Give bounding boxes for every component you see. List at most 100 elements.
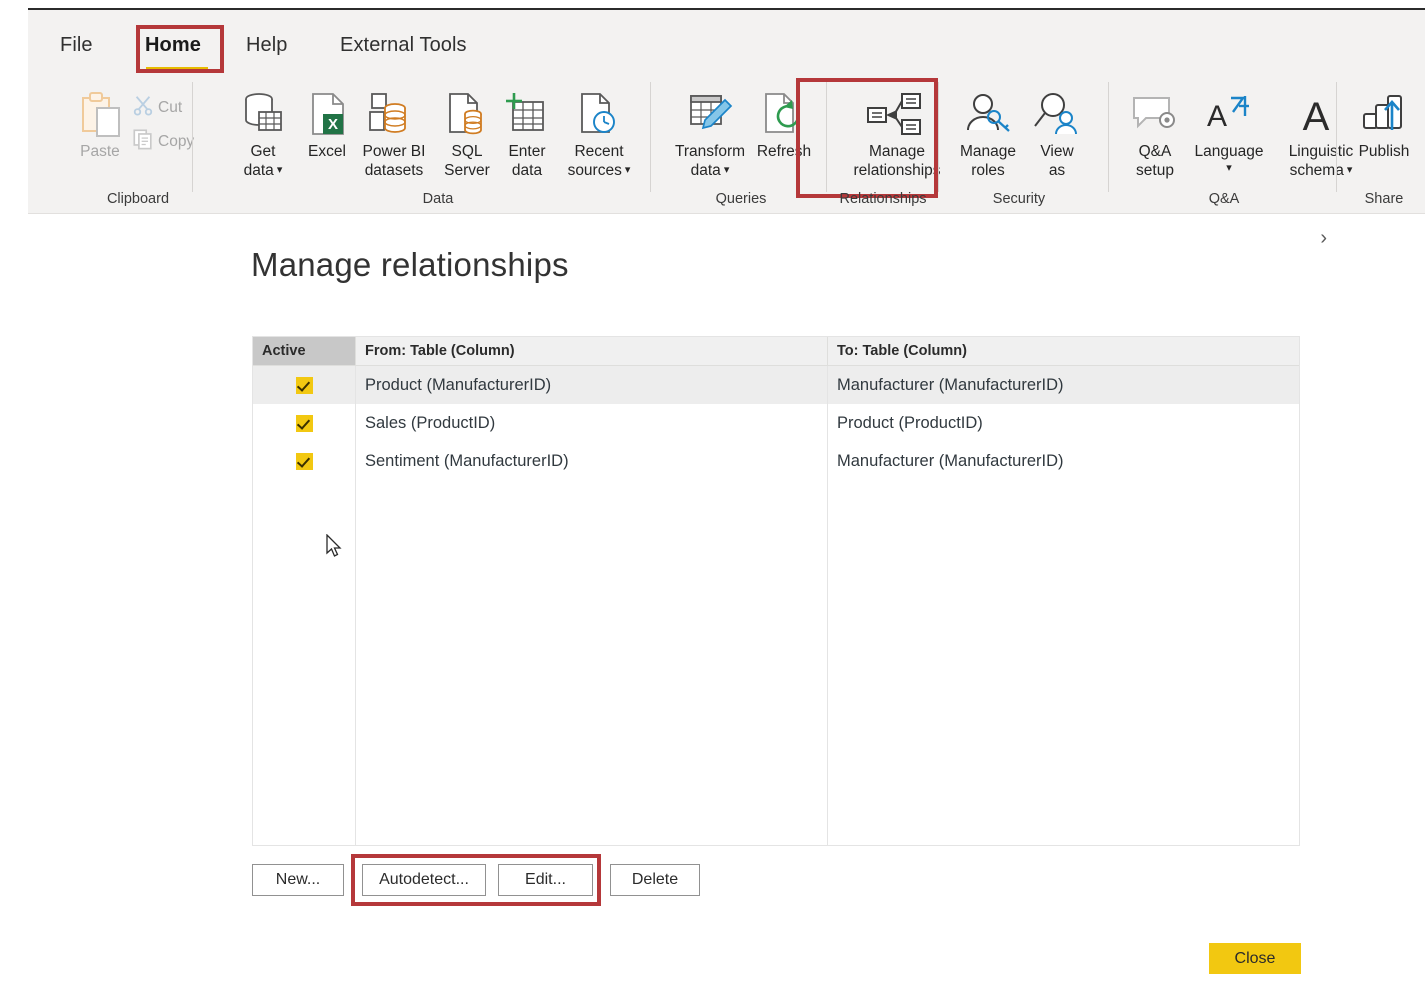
group-divider-data bbox=[650, 82, 651, 192]
group-label-data: Data bbox=[422, 191, 454, 207]
powerbi-datasets-label-1: Power BI bbox=[362, 143, 426, 160]
svg-text:A: A bbox=[1207, 100, 1227, 133]
qna-setup-icon bbox=[1118, 88, 1192, 142]
sql-server-label-1: SQL bbox=[451, 143, 483, 160]
paste-label: Paste bbox=[80, 143, 120, 160]
chevron-down-icon: ▾ bbox=[621, 164, 631, 176]
column-header-from[interactable]: From: Table (Column) bbox=[355, 337, 827, 365]
language-button[interactable]: A Language ▾ bbox=[1185, 88, 1273, 180]
ribbon-tab-strip: File Home Help External Tools bbox=[28, 10, 1425, 76]
to-cell: Manufacturer (ManufacturerID) bbox=[837, 451, 1064, 470]
enter-data-icon bbox=[496, 88, 558, 142]
paste-button[interactable]: Paste bbox=[64, 88, 136, 161]
transform-data-button[interactable]: Transform data ▾ bbox=[660, 88, 760, 182]
powerbi-datasets-label-2: datasets bbox=[364, 162, 424, 179]
chevron-down-icon: ▾ bbox=[273, 164, 283, 176]
new-button[interactable]: New... bbox=[252, 864, 344, 896]
table-row[interactable]: Sales (ProductID) Product (ProductID) bbox=[253, 404, 1299, 442]
from-cell: Sales (ProductID) bbox=[365, 413, 496, 432]
table-row[interactable]: Product (ManufacturerID) Manufacturer (M… bbox=[253, 366, 1299, 404]
get-data-label-1: Get bbox=[250, 143, 276, 160]
cut-button[interactable]: Cut bbox=[132, 94, 228, 121]
active-checkbox[interactable] bbox=[295, 414, 313, 432]
active-cell[interactable] bbox=[253, 366, 355, 404]
view-as-button[interactable]: View as bbox=[1024, 88, 1090, 180]
tab-file[interactable]: File bbox=[60, 34, 93, 57]
active-cell[interactable] bbox=[253, 442, 355, 480]
active-checkbox[interactable] bbox=[295, 376, 313, 394]
delete-button[interactable]: Delete bbox=[610, 864, 700, 896]
tab-external-tools[interactable]: External Tools bbox=[340, 34, 467, 57]
group-label-clipboard: Clipboard bbox=[106, 191, 170, 207]
view-as-label-1: View bbox=[1040, 143, 1074, 160]
sql-server-button[interactable]: SQL Server bbox=[434, 88, 500, 180]
group-label-share: Share bbox=[1364, 191, 1404, 207]
active-checkbox[interactable] bbox=[295, 452, 313, 470]
manage-relationships-annotation-box bbox=[796, 78, 938, 198]
copy-button[interactable]: Copy bbox=[132, 128, 238, 155]
svg-text:X: X bbox=[328, 116, 338, 133]
paste-icon bbox=[64, 88, 136, 142]
svg-text:A: A bbox=[1303, 95, 1330, 139]
table-row[interactable]: Sentiment (ManufacturerID) Manufacturer … bbox=[253, 442, 1299, 480]
column-header-to[interactable]: To: Table (Column) bbox=[827, 337, 1299, 365]
autodetect-edit-annotation-box bbox=[351, 854, 601, 906]
manage-relationships-dialog: › Manage relationships Active From: Tabl… bbox=[0, 214, 1425, 990]
scissors-icon bbox=[132, 94, 158, 121]
excel-icon: X bbox=[296, 88, 358, 142]
group-divider-clipboard bbox=[192, 82, 193, 192]
enter-data-label-2: data bbox=[511, 162, 543, 179]
manage-roles-icon bbox=[946, 88, 1030, 142]
table-header-row: Active From: Table (Column) To: Table (C… bbox=[253, 337, 1299, 366]
database-table-icon bbox=[224, 88, 302, 142]
enter-data-label-1: Enter bbox=[508, 143, 546, 160]
view-as-icon bbox=[1024, 88, 1090, 142]
transform-data-label-2: data bbox=[690, 162, 721, 179]
view-as-label-2: as bbox=[1048, 162, 1066, 179]
cut-label: Cut bbox=[158, 99, 183, 116]
language-icon: A bbox=[1185, 88, 1273, 142]
to-cell: Product (ProductID) bbox=[837, 413, 983, 432]
manage-roles-label-2: roles bbox=[971, 162, 1005, 179]
table-body: Product (ManufacturerID) Manufacturer (M… bbox=[253, 366, 1299, 846]
group-label-qna: Q&A bbox=[1208, 191, 1240, 207]
ribbon: File Home Help External Tools Paste Cut … bbox=[28, 8, 1425, 214]
from-cell: Product (ManufacturerID) bbox=[365, 375, 552, 394]
column-rule-2 bbox=[827, 366, 828, 846]
expand-chevron-icon[interactable]: › bbox=[1320, 228, 1327, 248]
column-header-active[interactable]: Active bbox=[253, 337, 355, 365]
get-data-button[interactable]: Get data ▾ bbox=[224, 88, 302, 182]
transform-data-label-1: Transform bbox=[674, 143, 746, 160]
qna-setup-button[interactable]: Q&A setup bbox=[1118, 88, 1192, 180]
publish-icon bbox=[1346, 88, 1422, 142]
publish-button[interactable]: Publish bbox=[1346, 88, 1422, 161]
active-cell[interactable] bbox=[253, 404, 355, 442]
chevron-down-icon: ▾ bbox=[720, 164, 730, 176]
excel-label: Excel bbox=[308, 143, 346, 160]
powerbi-datasets-button[interactable]: Power BI datasets bbox=[350, 88, 438, 180]
group-divider-security bbox=[1108, 82, 1109, 192]
recent-sources-button[interactable]: Recent sources ▾ bbox=[556, 88, 642, 182]
excel-button[interactable]: X Excel bbox=[296, 88, 358, 161]
to-cell: Manufacturer (ManufacturerID) bbox=[837, 375, 1064, 394]
enter-data-button[interactable]: Enter data bbox=[496, 88, 558, 180]
qna-setup-label-1: Q&A bbox=[1138, 143, 1172, 160]
copy-icon bbox=[132, 128, 158, 155]
manage-roles-button[interactable]: Manage roles bbox=[946, 88, 1030, 180]
recent-sources-label-1: Recent bbox=[574, 143, 624, 160]
group-label-security: Security bbox=[992, 191, 1046, 207]
group-divider-relationships bbox=[938, 82, 939, 192]
group-label-relationships: Relationships bbox=[839, 191, 927, 207]
recent-sources-icon bbox=[556, 88, 642, 142]
page-title: Manage relationships bbox=[251, 246, 569, 283]
column-rule-1 bbox=[355, 366, 356, 846]
group-divider-qna bbox=[1336, 82, 1337, 192]
close-button[interactable]: Close bbox=[1209, 943, 1301, 974]
tab-help[interactable]: Help bbox=[246, 34, 288, 57]
qna-setup-label-2: setup bbox=[1136, 162, 1174, 179]
manage-roles-label-1: Manage bbox=[959, 143, 1016, 160]
get-data-label-2: data bbox=[243, 162, 274, 179]
chevron-down-icon: ▾ bbox=[1343, 164, 1353, 176]
publish-label: Publish bbox=[1358, 143, 1410, 160]
from-cell: Sentiment (ManufacturerID) bbox=[365, 451, 569, 470]
